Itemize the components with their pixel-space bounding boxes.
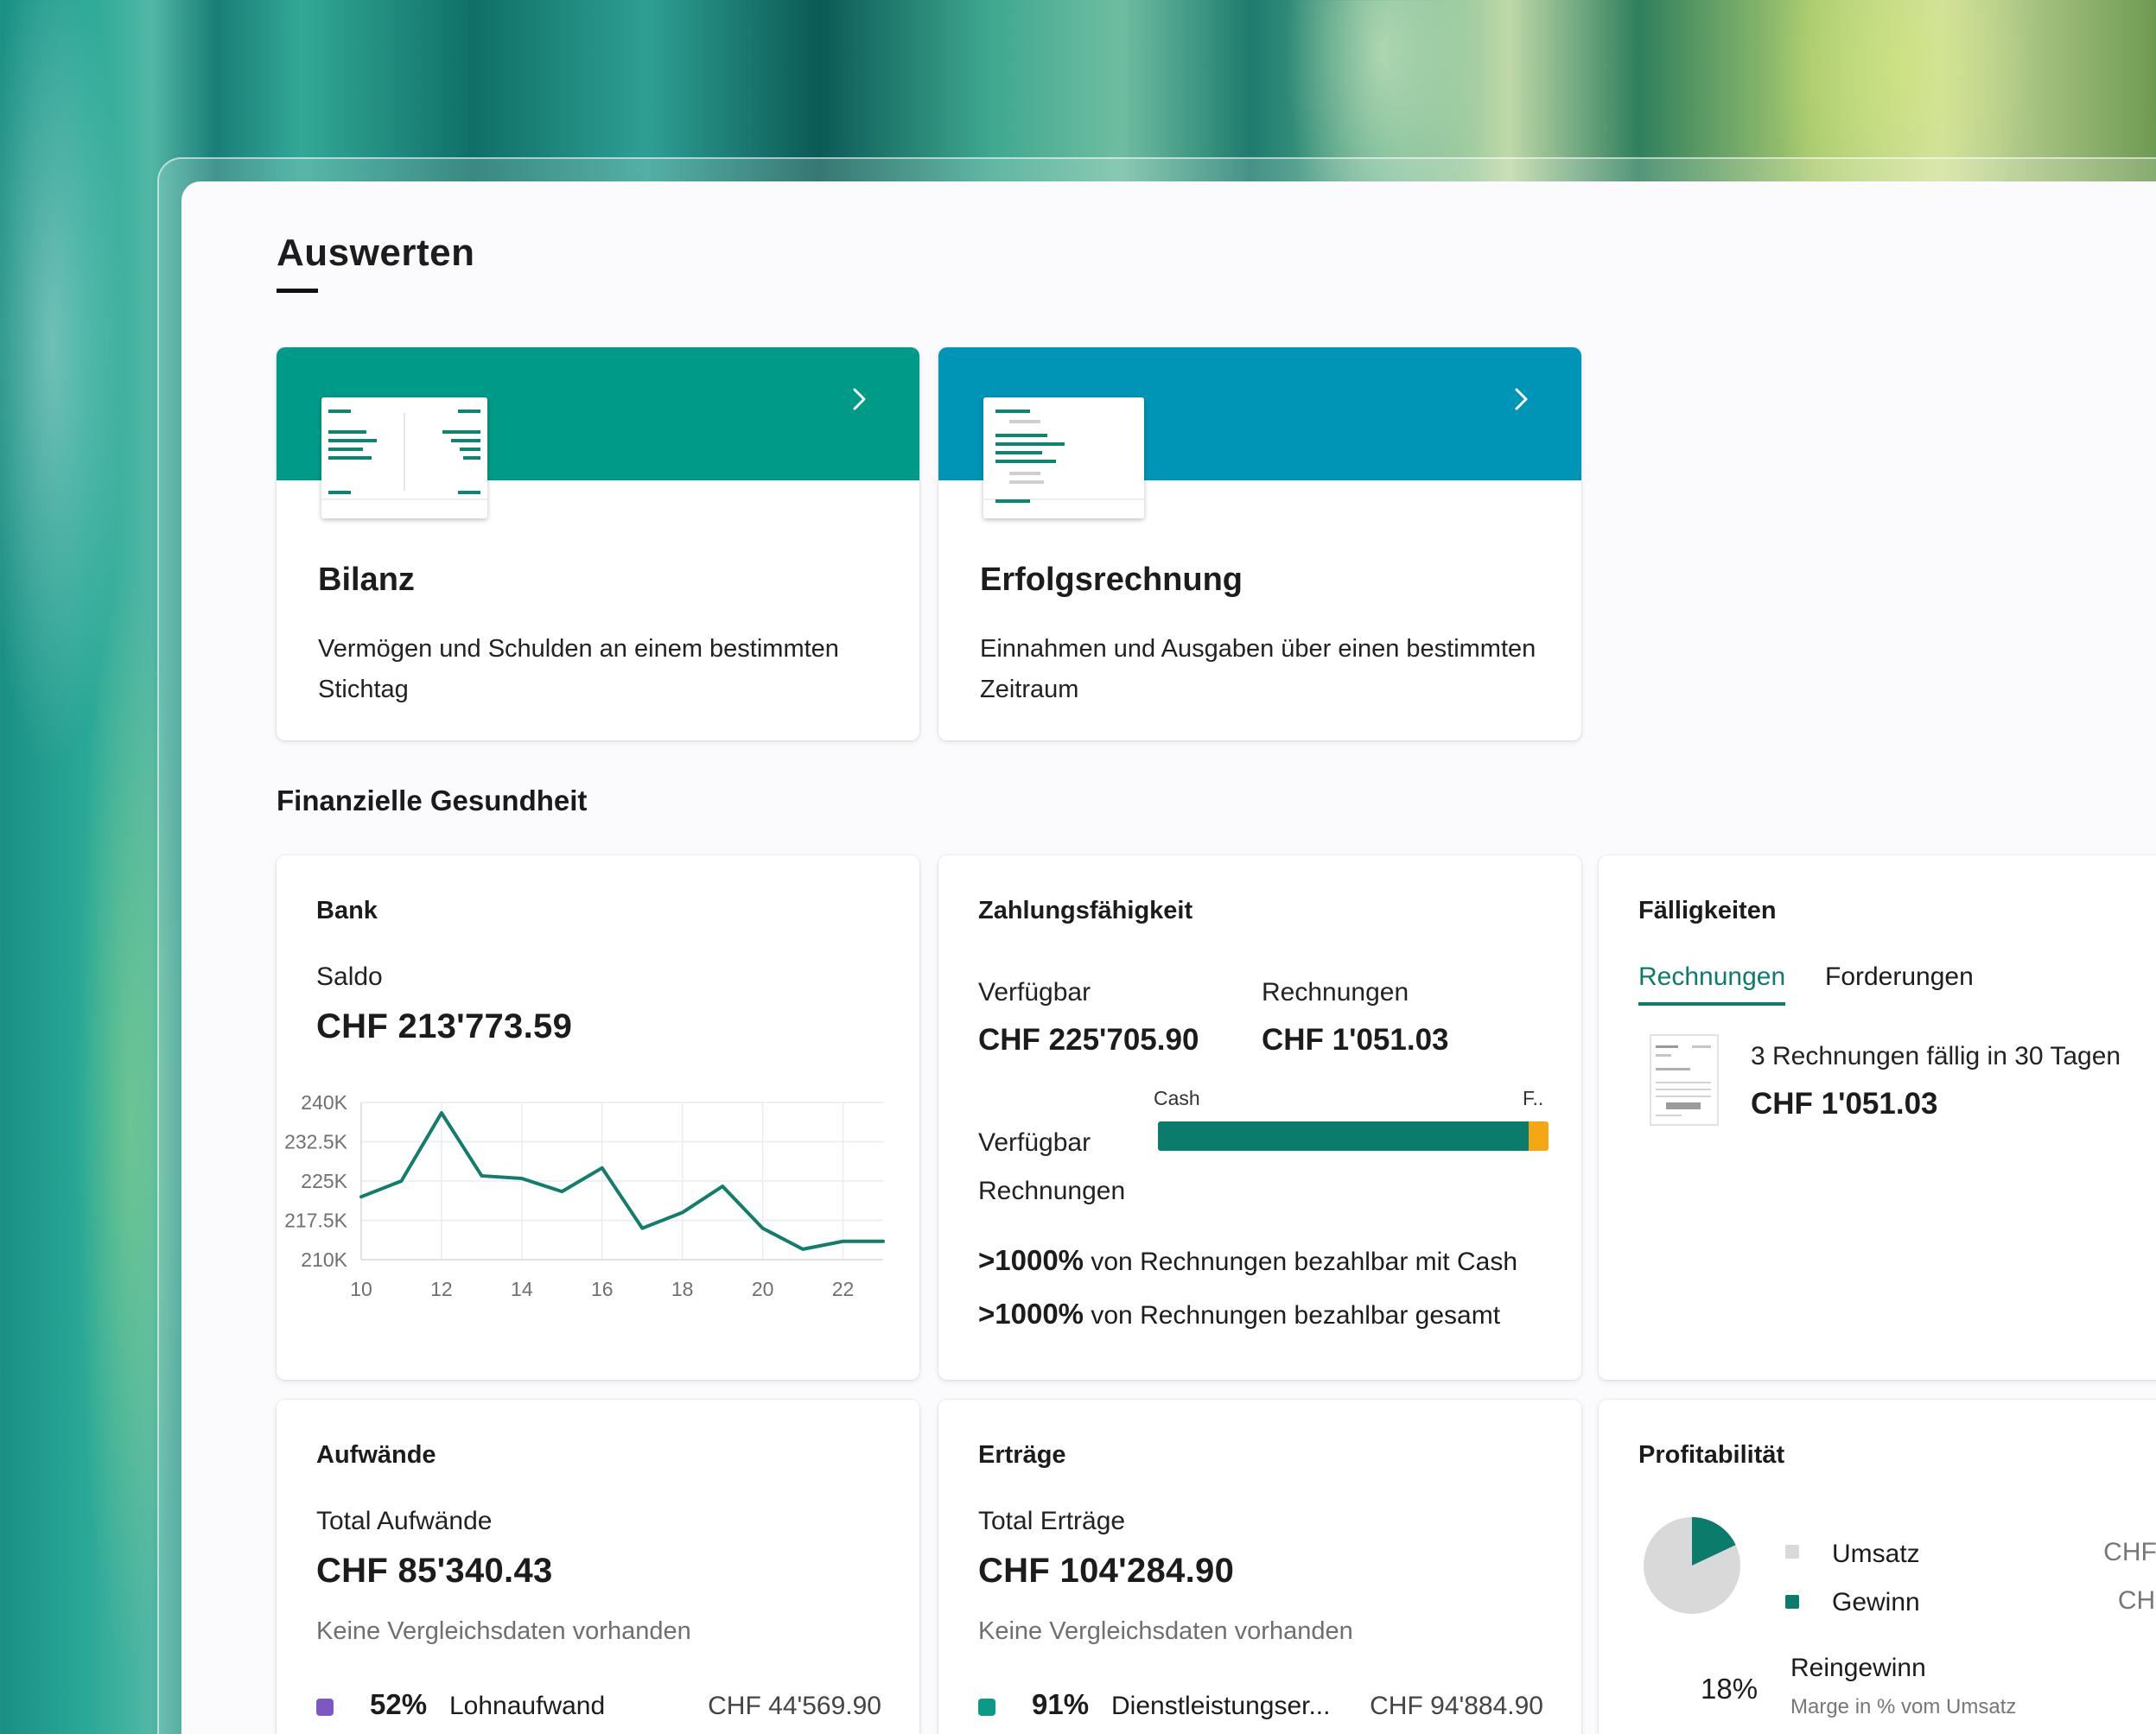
income-statement-icon (983, 397, 1144, 518)
card-title: Aufwände (316, 1441, 436, 1469)
legend-name-gewinn: Gewinn (1832, 1588, 1920, 1616)
y-tick-label: 225K (301, 1170, 347, 1192)
report-card-erfolgsrechnung[interactable]: Erfolgsrechnung Einnahmen und Ausgaben ü… (938, 347, 1581, 740)
due-summary: 3 Rechnungen fällig in 30 Tagen (1751, 1042, 2121, 1070)
report-title: Bilanz (318, 562, 415, 598)
report-description: Einnahmen und Ausgaben über einen bestim… (980, 635, 1536, 703)
legend-amount-umsatz: CHF 104'284 (2103, 1538, 2156, 1566)
stat-cash: >1000% von Rechnungen bezahlbar mit Cash (978, 1244, 1517, 1277)
no-comparison-text: Keine Vergleichsdaten vorhanden (978, 1617, 1353, 1645)
available-value: CHF 225'705.90 (978, 1023, 1199, 1057)
category-name: Lohnaufwand (449, 1692, 606, 1720)
due-card[interactable]: Fälligkeiten Rechnungen Forderungen 3 Re… (1599, 855, 2156, 1380)
category-color-swatch (978, 1699, 995, 1716)
profit-card[interactable]: Profitabilität Umsatz CHF 104'284 Gewinn… (1599, 1400, 2156, 1734)
bar-label-cash: Cash (1154, 1087, 1200, 1109)
expenses-total-value: CHF 85'340.43 (316, 1552, 553, 1590)
category-name: Dienstleistungser... (1111, 1692, 1331, 1720)
page-title-underline (277, 289, 318, 293)
x-tick-label: 12 (430, 1278, 453, 1300)
legend-amount-gewinn: CHF 18'944 (2117, 1586, 2156, 1615)
card-title: Fälligkeiten (1638, 897, 1777, 924)
stat-cash-pct: >1000% (978, 1244, 1084, 1276)
income-total-value: CHF 104'284.90 (978, 1552, 1235, 1590)
tab-forderungen[interactable]: Forderungen (1825, 962, 1974, 992)
x-tick-label: 22 (832, 1278, 855, 1300)
available-label: Verfügbar (978, 978, 1091, 1007)
invoices-label: Rechnungen (1262, 978, 1409, 1007)
liquidity-card[interactable]: Zahlungsfähigkeit Verfügbar CHF 225'705.… (938, 855, 1581, 1380)
x-tick-label: 18 (671, 1278, 694, 1300)
no-comparison-text: Keine Vergleichsdaten vorhanden (316, 1617, 691, 1645)
x-tick-label: 14 (511, 1278, 533, 1300)
stat-total-pct: >1000% (978, 1298, 1084, 1330)
net-profit-sublabel: Marge in % vom Umsatz (1790, 1695, 2017, 1718)
category-pct: 52% (370, 1688, 428, 1720)
row-invoices-label: Rechnungen (978, 1177, 1126, 1205)
row-available-label: Verfügbar (978, 1128, 1091, 1157)
category-amount: CHF 44'569.90 (708, 1692, 881, 1720)
card-title: Profitabilität (1638, 1441, 1785, 1469)
net-profit-label: Reingewinn (1790, 1654, 1926, 1682)
legend-swatch-gewinn (1785, 1595, 1799, 1609)
other-segment (1529, 1121, 1549, 1151)
income-total-label: Total Erträge (978, 1507, 1126, 1535)
profit-margin-pct: 18% (1701, 1673, 1759, 1705)
income-card[interactable]: Erträge Total Erträge CHF 104'284.90 Kei… (938, 1400, 1581, 1734)
expenses-card[interactable]: Aufwände Total Aufwände CHF 85'340.43 Ke… (277, 1400, 919, 1734)
balance-sheet-icon (321, 397, 487, 518)
legend-name-umsatz: Umsatz (1832, 1540, 1920, 1568)
stat-cash-text: von Rechnungen bezahlbar mit Cash (1091, 1248, 1518, 1276)
chevron-right-icon[interactable] (1505, 384, 1536, 415)
cash-segment (1158, 1121, 1530, 1151)
due-amount: CHF 1'051.03 (1751, 1087, 1938, 1121)
tab-rechnungen[interactable]: Rechnungen (1638, 962, 1786, 1006)
x-tick-label: 20 (752, 1278, 774, 1300)
category-pct: 91% (1032, 1688, 1090, 1720)
x-tick-label: 16 (591, 1278, 614, 1300)
y-tick-label: 217.5K (284, 1210, 348, 1232)
bank-balance-chart: 240K 232.5K 225K 217.5K 210K10 12 14 16 18 20 22 (284, 1091, 885, 1300)
card-title: Zahlungsfähigkeit (978, 897, 1193, 924)
card-title: Erträge (978, 1441, 1066, 1469)
profit-pie-chart (1644, 1517, 1740, 1614)
legend-swatch-umsatz (1785, 1545, 1799, 1559)
y-tick-label: 232.5K (284, 1131, 348, 1153)
liquidity-bar (1158, 1121, 1549, 1151)
invoices-value: CHF 1'051.03 (1262, 1023, 1449, 1057)
report-card-bilanz[interactable]: Bilanz Vermögen und Schulden an einem be… (277, 347, 919, 740)
bank-card[interactable]: Bank Saldo CHF 213'773.59 240K 232.5K 225K… (277, 855, 919, 1380)
page-title: Auswerten (277, 232, 475, 274)
x-tick-label: 10 (350, 1278, 372, 1300)
y-tick-label: 210K (301, 1248, 347, 1271)
chevron-right-icon[interactable] (843, 384, 874, 415)
report-title: Erfolgsrechnung (980, 562, 1243, 598)
stat-total: >1000% von Rechnungen bezahlbar gesamt (978, 1298, 1500, 1331)
category-amount: CHF 94'884.90 (1370, 1692, 1543, 1720)
invoice-document-icon (1650, 1034, 1719, 1126)
section-title: Finanzielle Gesundheit (277, 784, 588, 816)
bar-label-f: F.. (1523, 1087, 1544, 1109)
expenses-total-label: Total Aufwände (316, 1507, 493, 1535)
app-panel: Auswerten Bilanz Vermögen und Schulden a… (181, 181, 2156, 1734)
report-description: Vermögen und Schulden an einem bestimmte… (318, 635, 839, 703)
y-tick-label: 240K (301, 1091, 347, 1114)
category-color-swatch (316, 1699, 334, 1716)
stat-total-text: von Rechnungen bezahlbar gesamt (1091, 1301, 1501, 1330)
